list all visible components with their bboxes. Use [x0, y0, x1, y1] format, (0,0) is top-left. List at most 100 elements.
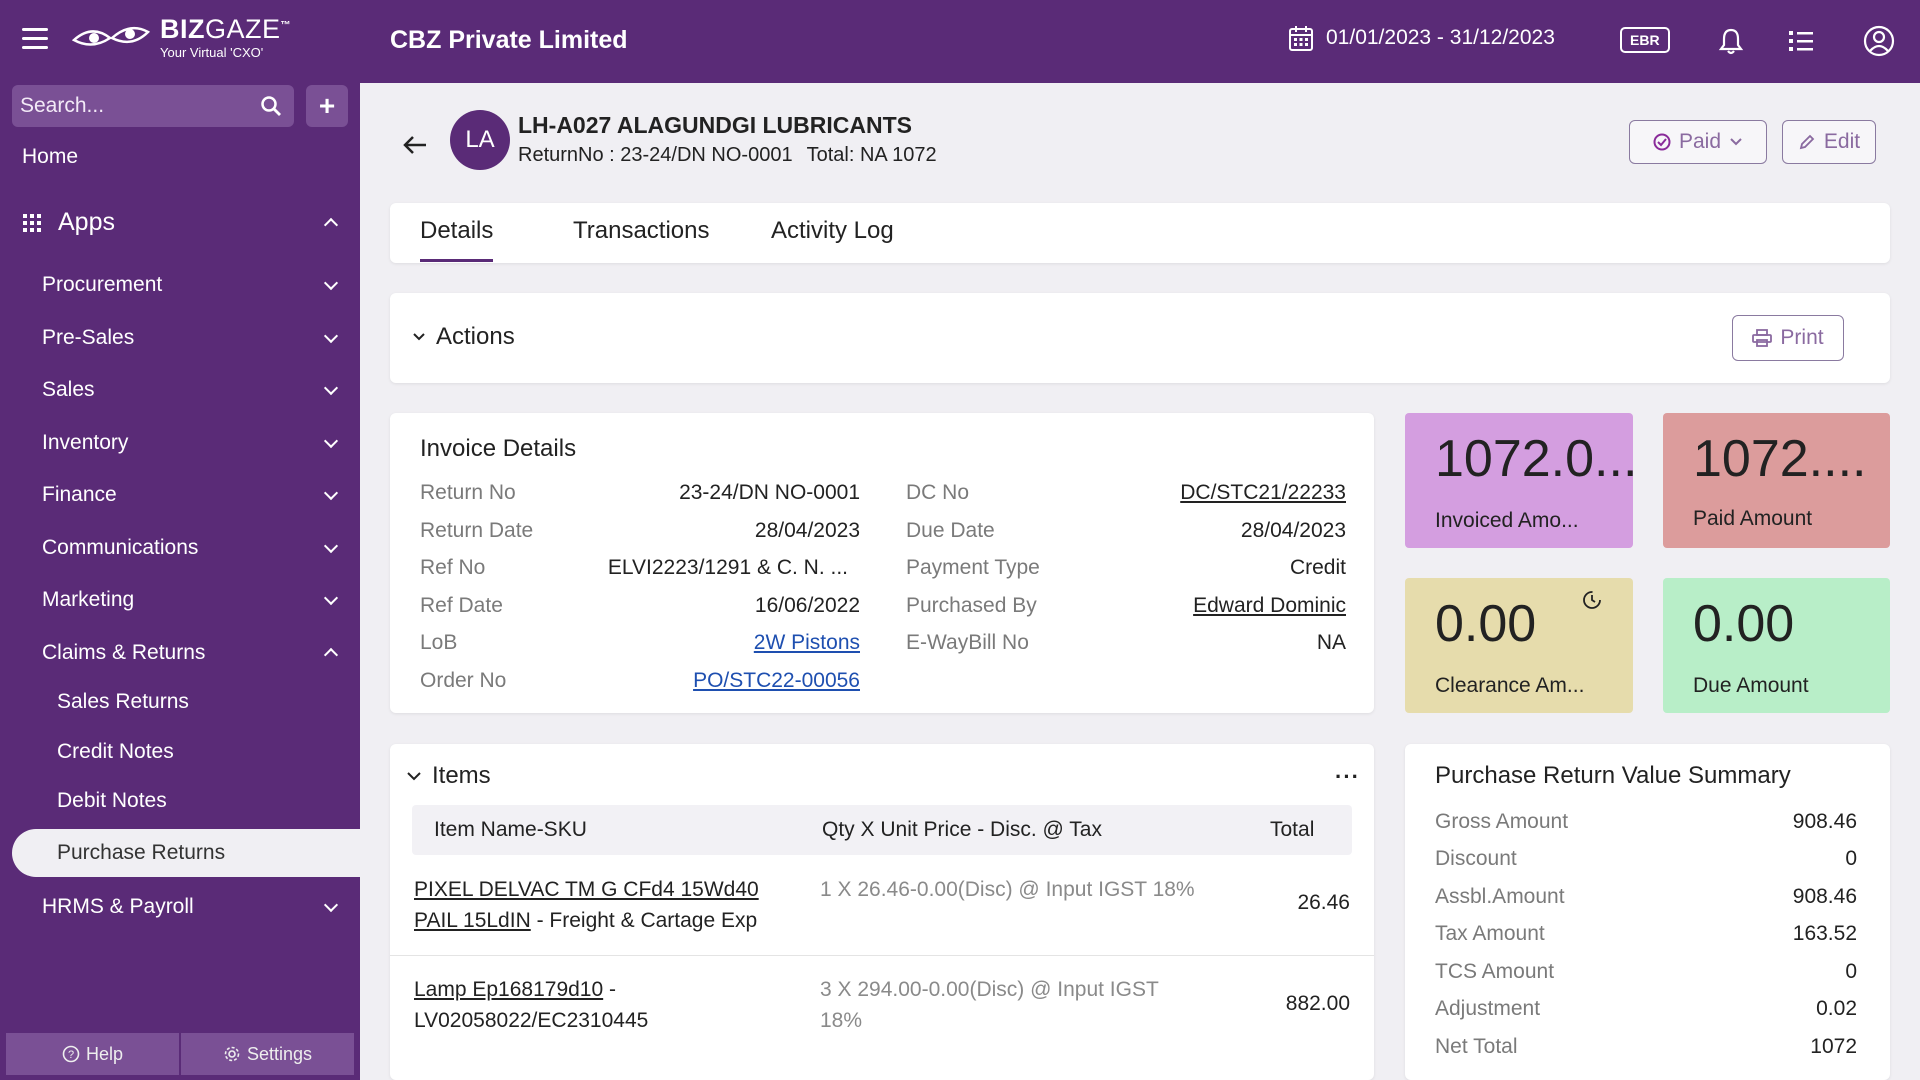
ebr-button[interactable]: EBR — [1620, 27, 1670, 53]
settings-button[interactable]: Settings — [181, 1033, 354, 1075]
logo-eyes-icon — [72, 26, 151, 46]
add-button[interactable]: + — [306, 85, 348, 127]
sidebar-subitem-credit-notes[interactable]: Credit Notes — [57, 740, 174, 764]
sidebar-subitem-debit-notes[interactable]: Debit Notes — [57, 789, 167, 813]
table-row: PIXEL DELVAC TM G CFd4 15Wd40 PAIL 15LdI… — [390, 856, 1374, 956]
page-title: LH-A027 ALAGUNDGI LUBRICANTS — [518, 112, 912, 138]
item-link[interactable]: Lamp Ep168179d10 — [414, 978, 603, 1001]
field-purchased-by: Purchased By Edward Dominic — [906, 594, 1346, 618]
chevron-down-icon — [323, 897, 339, 913]
task-list-icon[interactable] — [1784, 24, 1818, 58]
order-no-link[interactable]: PO/STC22-00056 — [693, 669, 860, 693]
gear-icon — [224, 1046, 240, 1062]
summary-row-tax-amount: Tax Amount 163.52 — [1435, 922, 1857, 945]
calendar-icon — [1289, 26, 1313, 51]
user-profile-icon[interactable] — [1862, 24, 1896, 58]
invoice-details-card: Invoice Details Return No 23-24/DN NO-000… — [390, 413, 1374, 713]
tab-details[interactable]: Details — [420, 217, 494, 262]
sidebar-item-procurement[interactable]: Procurement — [42, 273, 342, 297]
sidebar-footer: ? Help Settings — [6, 1033, 354, 1075]
search-input[interactable] — [20, 94, 250, 118]
sidebar-item-sales[interactable]: Sales — [42, 378, 342, 402]
status-label: Paid — [1678, 130, 1722, 153]
notification-bell-icon[interactable] — [1714, 24, 1748, 58]
invoice-details-title: Invoice Details — [420, 435, 577, 462]
tab-transactions[interactable]: Transactions — [573, 217, 710, 245]
sidebar-item-claims-returns[interactable]: Claims & Returns — [42, 641, 342, 665]
items-card: Items ··· Item Name-SKU Qty X Unit Price… — [390, 744, 1374, 1080]
edit-button[interactable]: Edit — [1782, 120, 1876, 164]
print-button[interactable]: Print — [1732, 315, 1844, 361]
dc-no-link[interactable]: DC/STC21/22233 — [1180, 481, 1346, 505]
sidebar-item-apps[interactable]: Apps — [22, 208, 342, 237]
item-total: 26.46 — [1297, 891, 1350, 914]
summary-row-adjustment: Adjustment 0.02 — [1435, 997, 1857, 1020]
sidebar-item-hrms-payroll[interactable]: HRMS & Payroll — [42, 895, 342, 919]
date-range-selector[interactable]: 01/01/2023 - 31/12/2023 — [1288, 24, 1555, 52]
field-order-no: Order No PO/STC22-00056 — [420, 669, 860, 693]
field-due-date: Due Date 28/04/2023 — [906, 519, 1346, 542]
due-amount-label: Due Amount — [1693, 674, 1809, 697]
chevron-up-icon — [323, 647, 339, 663]
history-icon[interactable] — [1580, 588, 1604, 612]
due-amount-tile[interactable]: 0.00 Due Amount — [1663, 578, 1890, 713]
help-button[interactable]: ? Help — [6, 1033, 179, 1075]
field-return-no: Return No 23-24/DN NO-0001 — [420, 481, 860, 504]
field-lob: LoB 2W Pistons — [420, 631, 860, 655]
status-dropdown-button[interactable]: Paid — [1629, 120, 1767, 164]
actions-title: Actions — [436, 323, 515, 350]
column-header-calc: Qty X Unit Price - Disc. @ Tax — [822, 818, 1102, 841]
chevron-down-icon — [1730, 138, 1742, 146]
tab-bar: Details Transactions Activity Log — [390, 203, 1890, 263]
items-table-header: Item Name-SKU Qty X Unit Price - Disc. @… — [412, 805, 1352, 855]
sidebar-subitem-sales-returns[interactable]: Sales Returns — [57, 690, 189, 714]
item-calc: 1 X 26.46-0.00(Disc) @ Input IGST 18% — [820, 878, 1195, 901]
pencil-icon — [1799, 134, 1815, 150]
search-icon[interactable] — [260, 95, 282, 117]
summary-row-tcs-amount: TCS Amount 0 — [1435, 960, 1857, 983]
clearance-amount-value: 0.00 — [1435, 595, 1537, 653]
top-bar: BIZGAZE™ Your Virtual 'CXO' CBZ Private … — [0, 0, 1920, 83]
sidebar-item-finance[interactable]: Finance — [42, 483, 342, 507]
chevron-down-icon — [407, 772, 421, 781]
sidebar-subitem-purchase-returns[interactable]: Purchase Returns — [12, 829, 360, 877]
help-icon: ? — [62, 1045, 80, 1063]
lob-link[interactable]: 2W Pistons — [754, 631, 860, 655]
items-title: Items — [432, 762, 491, 789]
more-options-icon[interactable]: ··· — [1335, 764, 1360, 790]
paid-amount-value: 1072.... — [1693, 430, 1867, 488]
invoiced-amount-tile[interactable]: 1072.0... Invoiced Amo... — [1405, 413, 1637, 548]
sidebar-item-marketing[interactable]: Marketing — [42, 588, 342, 612]
paid-amount-label: Paid Amount — [1693, 507, 1813, 530]
actions-panel: Actions Print — [390, 293, 1890, 383]
summary-row-net-total: Net Total 1072 — [1435, 1035, 1857, 1058]
purchased-by-link[interactable]: Edward Dominic — [1193, 594, 1346, 618]
record-total: Total: NA 1072 — [806, 144, 937, 166]
check-circle-icon — [1653, 133, 1671, 151]
biz-gaze-logo[interactable]: BIZGAZE™ Your Virtual 'CXO' — [72, 16, 291, 59]
apps-grid-icon — [23, 213, 41, 232]
printer-icon — [1752, 329, 1773, 347]
items-toggle[interactable]: Items — [406, 762, 491, 790]
column-header-item-name: Item Name-SKU — [434, 818, 587, 841]
chevron-down-icon — [323, 590, 339, 606]
tab-activity-log[interactable]: Activity Log — [771, 217, 894, 245]
field-eway-bill-no: E-WayBill No NA — [906, 631, 1346, 654]
due-amount-value: 0.00 — [1693, 595, 1795, 653]
invoiced-amount-label: Invoiced Amo... — [1435, 509, 1579, 532]
svg-text:?: ? — [68, 1049, 74, 1061]
sidebar: + Home Apps Procurement Pre-Sales Sales … — [0, 83, 360, 1080]
hamburger-menu-icon[interactable] — [22, 28, 48, 52]
field-dc-no: DC No DC/STC21/22233 — [906, 481, 1346, 505]
sidebar-item-communications[interactable]: Communications — [42, 536, 342, 560]
sidebar-item-home[interactable]: Home — [22, 145, 78, 169]
clearance-amount-tile[interactable]: 0.00 Clearance Am... — [1405, 578, 1633, 713]
paid-amount-tile[interactable]: 1072.... Paid Amount — [1663, 413, 1890, 548]
sidebar-item-pre-sales[interactable]: Pre-Sales — [42, 326, 342, 350]
chevron-down-icon — [323, 538, 339, 554]
clearance-amount-label: Clearance Am... — [1435, 674, 1585, 697]
back-arrow-icon[interactable] — [402, 130, 428, 162]
actions-toggle[interactable]: Actions — [412, 323, 515, 351]
sidebar-item-inventory[interactable]: Inventory — [42, 431, 342, 455]
apps-label: Apps — [58, 208, 115, 236]
